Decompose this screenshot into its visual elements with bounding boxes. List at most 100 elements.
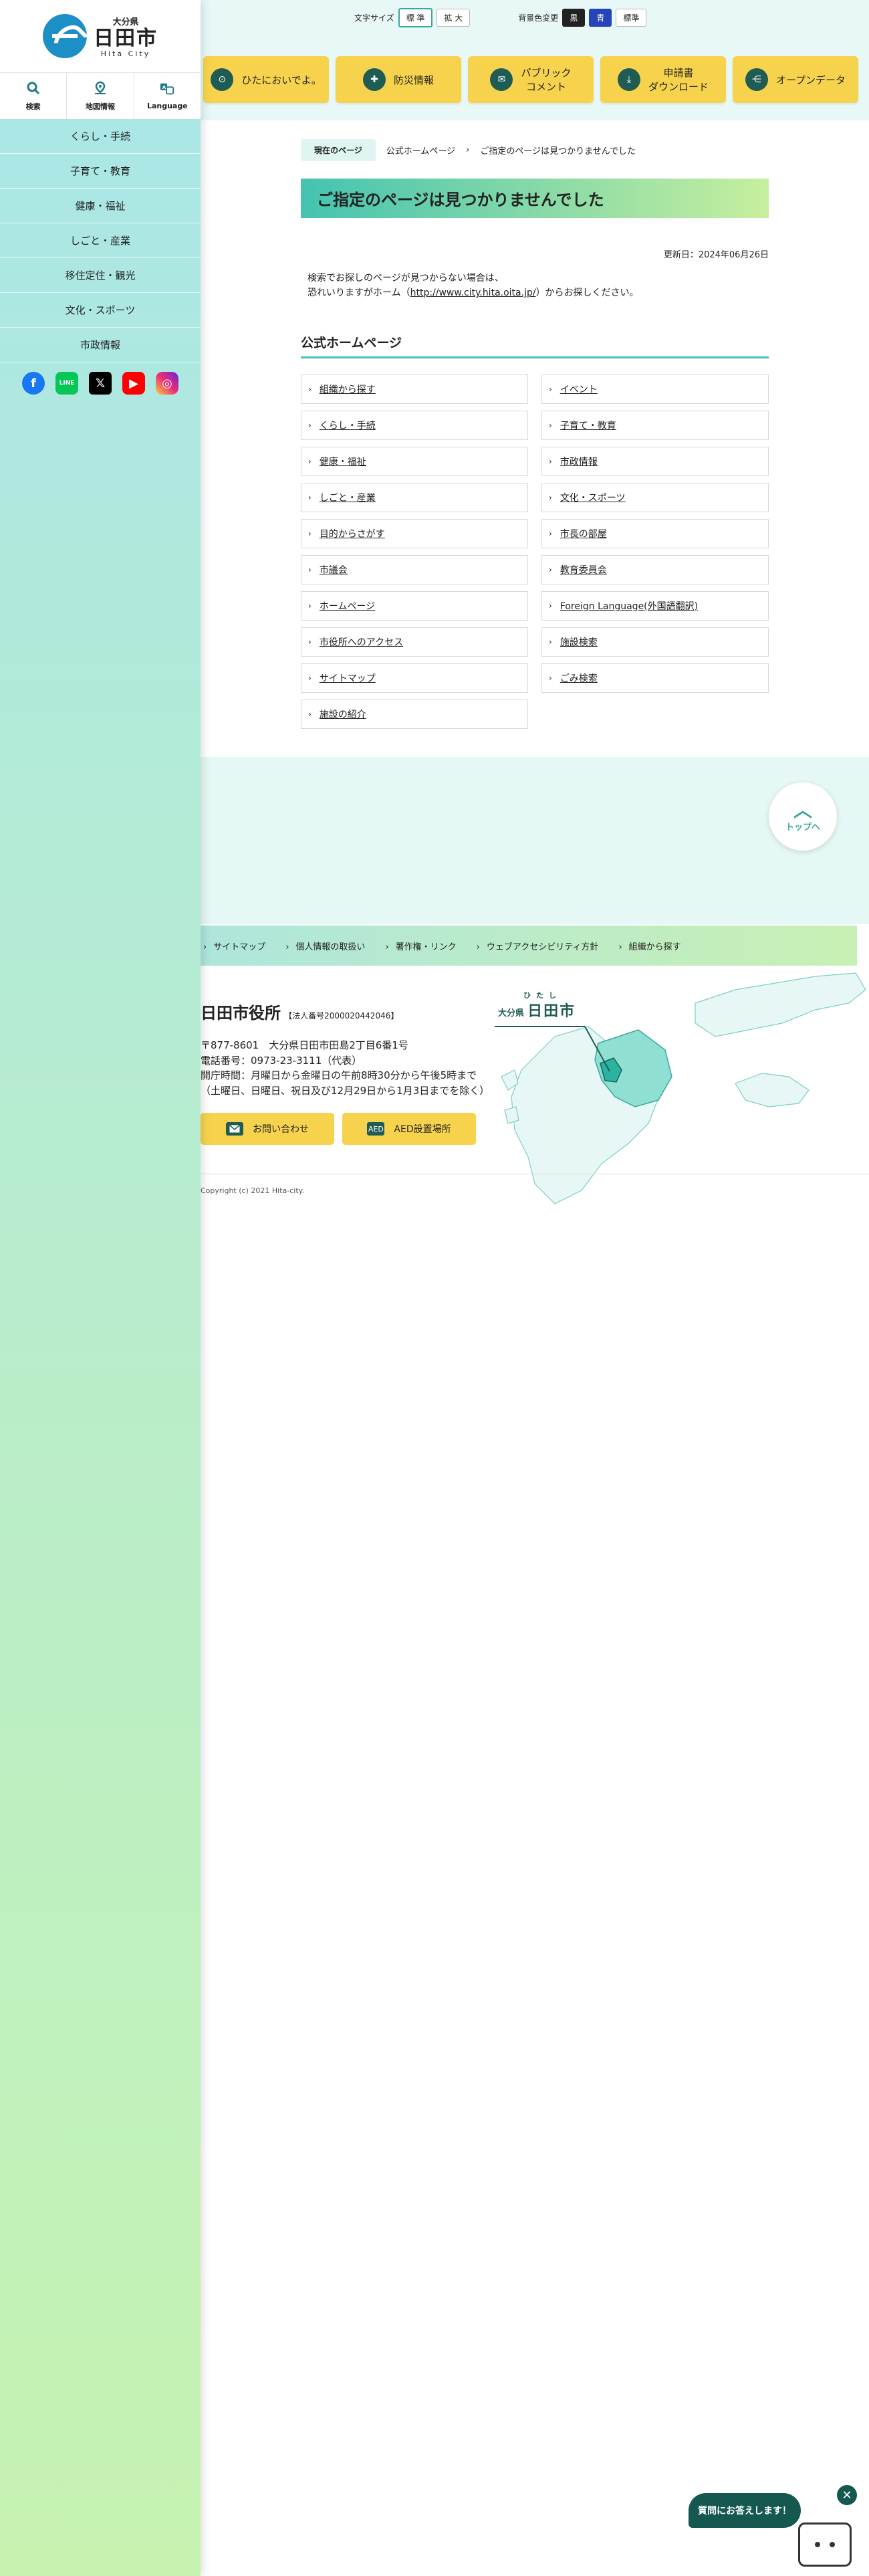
- link-item[interactable]: › 市役所へのアクセス: [301, 627, 528, 657]
- logo-romaji: Hita City: [100, 49, 151, 58]
- footer-link-sitemap[interactable]: › サイトマップ: [203, 940, 265, 952]
- link-item[interactable]: › 教育委員会: [541, 554, 769, 584]
- bg-color-label: 背景色変更: [518, 13, 559, 23]
- link-item[interactable]: › ごみ検索: [541, 663, 769, 693]
- sidebar-item-child[interactable]: 子育て・教育: [0, 154, 201, 189]
- chat-bubble[interactable]: 質問にお答えします！: [689, 2493, 801, 2528]
- sidebar-item-work[interactable]: しごと・産業: [0, 223, 201, 258]
- footer-link-organization[interactable]: › 組織から探す: [618, 940, 680, 952]
- feature-open-data[interactable]: ⋲ オープンデータ: [733, 56, 858, 103]
- feature-public-comment[interactable]: ✉ パブリック コメント: [468, 56, 594, 103]
- breadcrumb-label: 現在のページ: [301, 139, 376, 161]
- chevron-right-icon: ›: [308, 601, 312, 611]
- footer-link-accessibility[interactable]: › ウェブアクセシビリティ方針: [477, 940, 599, 952]
- chevron-right-icon: ›: [308, 564, 312, 574]
- bg-black-button[interactable]: 黒: [562, 9, 586, 27]
- footer-band: [201, 757, 869, 924]
- aed-icon: AED: [367, 1122, 385, 1136]
- bg-blue-button[interactable]: 青: [589, 9, 612, 27]
- chevron-right-icon: ›: [308, 420, 312, 430]
- chevron-right-icon: ›: [549, 420, 552, 430]
- link-item[interactable]: › Foreign Language(外国語翻訳): [541, 591, 769, 621]
- feature-label: オープンデータ: [775, 74, 846, 86]
- link-item[interactable]: › 市長の部屋: [541, 518, 769, 548]
- link-label: くらし・手続: [319, 420, 376, 431]
- sidebar-item-health[interactable]: 健康・福祉: [0, 189, 201, 223]
- sidebar-item-life[interactable]: くらし・手続: [0, 119, 201, 154]
- chevron-right-icon: ›: [308, 384, 312, 394]
- instagram-icon[interactable]: ◎: [156, 372, 178, 395]
- back-to-top-label: トップへ: [785, 822, 820, 833]
- footer-buttons: お問い合わせ AED AED設置場所: [201, 1113, 508, 1145]
- contact-button-label: お問い合わせ: [253, 1124, 309, 1135]
- svg-text:A: A: [162, 84, 166, 90]
- youtube-icon[interactable]: ▶: [122, 372, 145, 395]
- feature-disaster[interactable]: ✚ 防災情報: [336, 56, 461, 103]
- link-label: 文化・スポーツ: [560, 492, 626, 504]
- link-item[interactable]: › イベント: [541, 374, 769, 404]
- link-item[interactable]: › サイトマップ: [301, 663, 528, 693]
- link-item[interactable]: › 子育て・教育: [541, 410, 769, 440]
- notice-pre: 恐れいりますがホーム（: [307, 288, 410, 299]
- chatbot-icon[interactable]: [798, 2523, 852, 2567]
- link-label: 組織から探す: [319, 384, 376, 395]
- link-label: 市政情報: [560, 456, 598, 467]
- footer-link-label: 組織から探す: [628, 942, 681, 952]
- corporate-number: 【法人番号2000020442046】: [284, 1011, 399, 1021]
- sidebar-item-migration[interactable]: 移住定住・観光: [0, 258, 201, 293]
- link-item[interactable]: › 施設検索: [541, 627, 769, 657]
- feature-hita-welcome[interactable]: ⊙ ひたにおいでよ。: [203, 56, 329, 103]
- feature-nav: ⊙ ひたにおいでよ。 ✚ 防災情報 ✉ パブリック コメント ⤓ 申請書 ダウン…: [203, 56, 858, 103]
- footer-link-label: サイトマップ: [213, 942, 266, 952]
- link-item[interactable]: › 文化・スポーツ: [541, 482, 769, 512]
- link-label: Foreign Language(外国語翻訳): [560, 601, 699, 612]
- link-label: イベント: [560, 384, 598, 395]
- link-item[interactable]: › 市議会: [301, 554, 528, 584]
- link-item[interactable]: › ホームページ: [301, 591, 528, 621]
- bg-standard-button[interactable]: 標準: [616, 9, 647, 27]
- link-item[interactable]: › 施設の紹介: [301, 699, 528, 729]
- phone: 電話番号：0973-23-3111（代表）: [201, 1054, 362, 1067]
- link-label: 施設検索: [560, 637, 598, 648]
- quick-search[interactable]: 検索: [0, 73, 68, 119]
- link-item[interactable]: › 健康・福祉: [301, 446, 528, 476]
- link-item[interactable]: › くらし・手続: [301, 410, 528, 440]
- chevron-right-icon: ›: [549, 492, 552, 502]
- link-label: 健康・福祉: [319, 456, 366, 467]
- home-url-link[interactable]: http://www.city.hita.oita.jp/: [410, 288, 536, 298]
- quick-map[interactable]: 地図情報: [67, 73, 134, 119]
- sns-links: f LINE 𝕏 ▶ ◎: [0, 362, 201, 404]
- link-label: 教育委員会: [560, 564, 607, 576]
- footer-link-copyright[interactable]: › 著作権・リンク: [385, 940, 456, 952]
- chevron-up-icon: ︿: [793, 798, 812, 821]
- quick-language[interactable]: A Language: [134, 73, 201, 119]
- main-content: 現在のページ 公式ホームページ › ご指定のページは見つかりませんでした ご指定…: [301, 139, 769, 729]
- chat-close-button[interactable]: ✕: [837, 2485, 857, 2505]
- sidebar-item-culture[interactable]: 文化・スポーツ: [0, 293, 201, 328]
- footer-link-privacy[interactable]: › 個人情報の取扱い: [285, 940, 365, 952]
- sidebar-item-city[interactable]: 市政情報: [0, 328, 201, 362]
- breadcrumb-home-link[interactable]: 公式ホームページ: [386, 144, 455, 156]
- updated-date: 更新日：2024年06月26日: [663, 250, 769, 260]
- site-logo[interactable]: 大分県 日田市 Hita City: [0, 0, 201, 72]
- link-item[interactable]: › 目的からさがす: [301, 518, 528, 548]
- aed-button[interactable]: AED AED設置場所: [342, 1113, 476, 1145]
- link-item[interactable]: › 組織から探す: [301, 374, 528, 404]
- link-item[interactable]: › しごと・産業: [301, 482, 528, 512]
- contact-button[interactable]: お問い合わせ: [201, 1113, 334, 1145]
- map-pin-icon: [92, 81, 108, 96]
- quick-nav: 検索 地図情報 A Language: [0, 72, 201, 119]
- link-item[interactable]: › 市政情報: [541, 446, 769, 476]
- line-icon[interactable]: LINE: [55, 372, 78, 395]
- chevron-right-icon: ›: [549, 456, 552, 466]
- font-large-button[interactable]: 拡 大: [437, 9, 471, 27]
- feature-download[interactable]: ⤓ 申請書 ダウンロード: [600, 56, 726, 103]
- chevron-right-icon: ›: [308, 456, 312, 466]
- facebook-icon[interactable]: f: [22, 372, 45, 395]
- back-to-top-button[interactable]: ︿ トップへ: [769, 782, 837, 851]
- font-standard-button[interactable]: 標 準: [398, 8, 433, 27]
- map-city-ruby: ひたし: [523, 991, 562, 1000]
- utility-bar: 文字サイズ 標 準 拡 大 背景色変更 黒 青 標準: [354, 8, 647, 27]
- chevron-right-icon: ›: [308, 492, 312, 502]
- x-icon[interactable]: 𝕏: [89, 372, 112, 395]
